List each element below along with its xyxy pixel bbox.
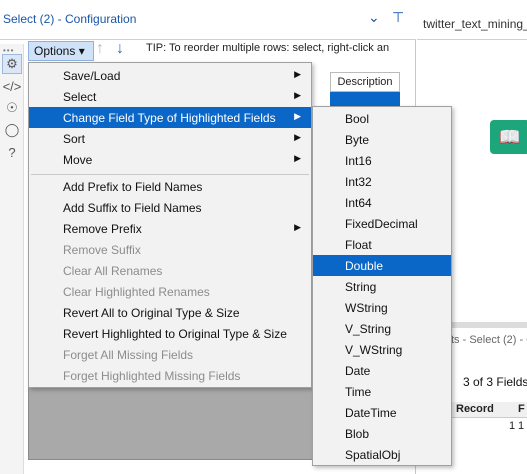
- description-column-header[interactable]: Description: [330, 72, 400, 92]
- menu-item-clear-highlighted-renames[interactable]: Clear Highlighted Renames: [29, 281, 311, 302]
- configuration-title: Select (2) - Configuration: [3, 12, 137, 26]
- menu-item-forget-all-missing[interactable]: Forget All Missing Fields: [29, 344, 311, 365]
- menu-item-remove-prefix[interactable]: Remove Prefix ▶: [29, 218, 311, 239]
- menu-item-clear-all-renames[interactable]: Clear All Renames: [29, 260, 311, 281]
- menu-item-label: Change Field Type of Highlighted Fields: [63, 110, 276, 125]
- record-value: 1: [518, 420, 525, 432]
- type-v-string[interactable]: V_String: [313, 318, 451, 339]
- configuration-header: Select (2) - Configuration ⌄ ⊤: [0, 0, 416, 40]
- menu-item-label: Add Suffix to Field Names: [63, 200, 202, 215]
- move-up-arrow-icon[interactable]: ↑: [96, 40, 104, 58]
- type-spatialobj[interactable]: SpatialObj: [313, 444, 451, 465]
- menu-item-label: Revert Highlighted to Original Type & Si…: [63, 326, 287, 341]
- move-down-arrow-icon[interactable]: ↓: [116, 40, 124, 58]
- menu-item-label: Forget Highlighted Missing Fields: [63, 368, 241, 383]
- submenu-arrow-icon: ▶: [294, 90, 301, 100]
- submenu-arrow-icon: ▶: [294, 153, 301, 163]
- menu-item-revert-highlighted[interactable]: Revert Highlighted to Original Type & Si…: [29, 323, 311, 344]
- menu-item-label: Revert All to Original Type & Size: [63, 305, 240, 320]
- type-fixeddecimal[interactable]: FixedDecimal: [313, 213, 451, 234]
- fields-count[interactable]: 3 of 3 Fields: [463, 375, 527, 389]
- book-tool-icon[interactable]: 📖: [490, 120, 527, 154]
- tag-icon[interactable]: ◯: [2, 120, 22, 140]
- table-row[interactable]: 1 1: [452, 418, 527, 434]
- menu-item-label: Clear Highlighted Renames: [63, 284, 210, 299]
- field-type-submenu: Bool Byte Int16 Int32 Int64 FixedDecimal…: [312, 106, 452, 466]
- type-byte[interactable]: Byte: [313, 129, 451, 150]
- menu-item-sort[interactable]: Sort ▶: [29, 128, 311, 149]
- submenu-arrow-icon: ▶: [294, 69, 301, 79]
- submenu-arrow-icon: ▶: [294, 111, 301, 121]
- type-double[interactable]: Double: [313, 255, 451, 276]
- type-int16[interactable]: Int16: [313, 150, 451, 171]
- type-datetime[interactable]: DateTime: [313, 402, 451, 423]
- results-title: ts - Select (2) - C: [451, 334, 527, 346]
- tag-annotation-icon[interactable]: ☉: [2, 98, 22, 118]
- reorder-tip: TIP: To reorder multiple rows: select, r…: [146, 42, 390, 54]
- submenu-arrow-icon: ▶: [294, 222, 301, 232]
- options-button[interactable]: Options ▾: [28, 41, 94, 61]
- type-int32[interactable]: Int32: [313, 171, 451, 192]
- record-number: 1: [509, 420, 516, 432]
- code-icon[interactable]: </>: [2, 76, 22, 96]
- menu-item-label: Select: [63, 89, 97, 104]
- type-blob[interactable]: Blob: [313, 423, 451, 444]
- pin-icon[interactable]: ⊤: [392, 9, 404, 26]
- canvas-tab[interactable]: twitter_text_mining_: [417, 4, 527, 40]
- type-float[interactable]: Float: [313, 234, 451, 255]
- type-bool[interactable]: Bool: [313, 108, 451, 129]
- menu-item-label: Clear All Renames: [63, 263, 163, 278]
- f-column-header[interactable]: F: [518, 403, 525, 415]
- menu-item-label: Forget All Missing Fields: [63, 347, 194, 362]
- menu-item-label: Move: [63, 152, 93, 167]
- menu-item-label: Add Prefix to Field Names: [63, 179, 203, 194]
- chevron-down-icon[interactable]: ⌄: [368, 9, 380, 26]
- record-column-header[interactable]: Record: [456, 403, 494, 415]
- canvas-tab-title: twitter_text_mining_: [423, 17, 527, 31]
- results-table-header: Record F: [452, 402, 527, 418]
- type-time[interactable]: Time: [313, 381, 451, 402]
- menu-item-add-prefix[interactable]: Add Prefix to Field Names: [29, 176, 311, 197]
- options-context-menu: Save/Load ▶ Select ▶ Change Field Type of …: [28, 62, 312, 388]
- menu-item-remove-suffix[interactable]: Remove Suffix: [29, 239, 311, 260]
- menu-item-forget-highlighted-missing[interactable]: Forget Highlighted Missing Fields: [29, 365, 311, 386]
- menu-item-save-load[interactable]: Save/Load ▶: [29, 65, 311, 86]
- help-icon[interactable]: ?: [2, 142, 22, 162]
- type-wstring[interactable]: WString: [313, 297, 451, 318]
- tool-strip: ••• ⚙ </> ☉ ◯ ?: [0, 44, 24, 474]
- menu-item-revert-all[interactable]: Revert All to Original Type & Size: [29, 302, 311, 323]
- type-int64[interactable]: Int64: [313, 192, 451, 213]
- menu-separator: [31, 174, 309, 175]
- submenu-arrow-icon: ▶: [294, 132, 301, 142]
- menu-item-add-suffix[interactable]: Add Suffix to Field Names: [29, 197, 311, 218]
- menu-item-label: Save/Load: [63, 68, 121, 83]
- menu-item-select[interactable]: Select ▶: [29, 86, 311, 107]
- menu-item-label: Remove Suffix: [63, 242, 141, 257]
- menu-item-change-field-type[interactable]: Change Field Type of Highlighted Fields ▶: [29, 107, 311, 128]
- menu-item-label: Remove Prefix: [63, 221, 142, 236]
- menu-item-label: Sort: [63, 131, 86, 146]
- type-v-wstring[interactable]: V_WString: [313, 339, 451, 360]
- menu-item-move[interactable]: Move ▶: [29, 149, 311, 170]
- type-date[interactable]: Date: [313, 360, 451, 381]
- gear-icon[interactable]: ⚙: [2, 54, 22, 74]
- type-string[interactable]: String: [313, 276, 451, 297]
